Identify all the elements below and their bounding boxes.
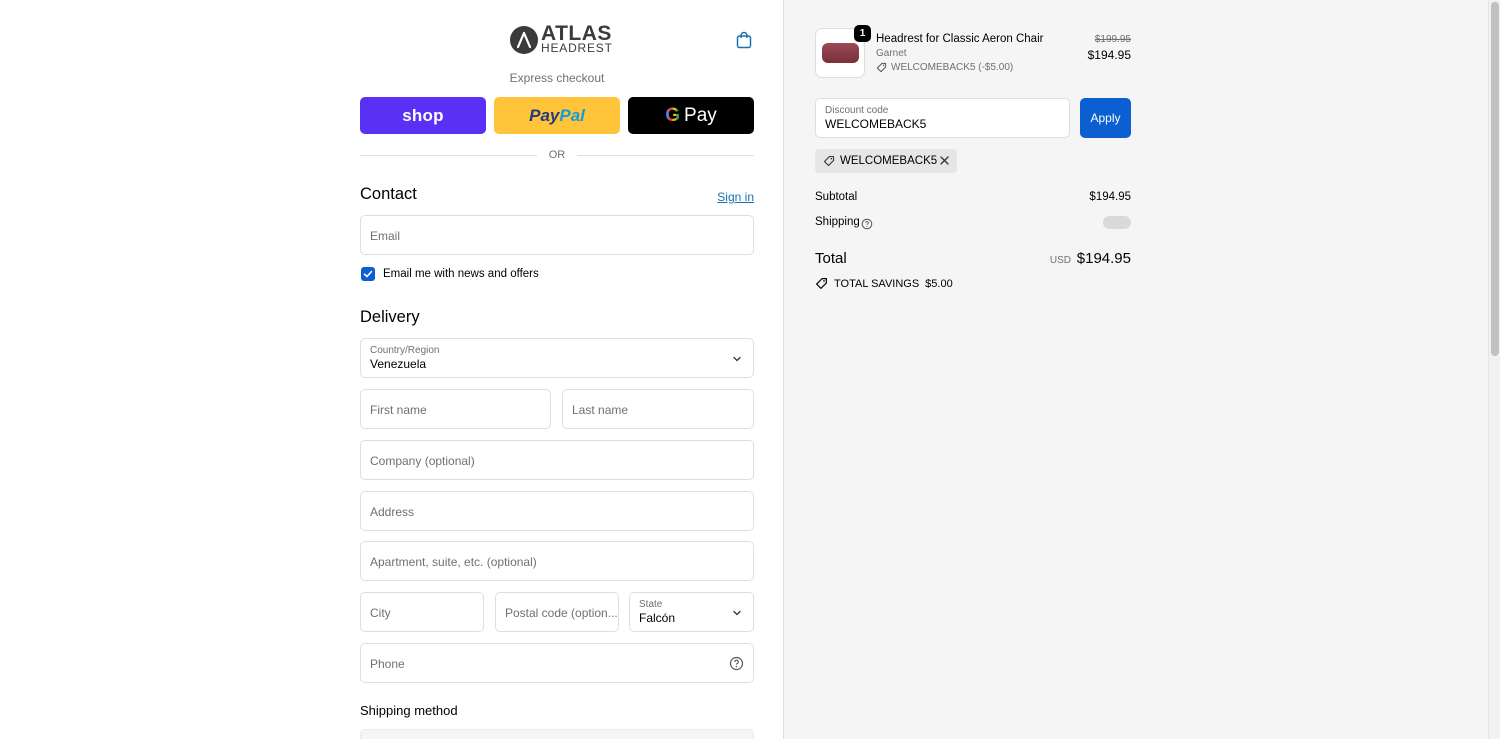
paypal-label: PayPal xyxy=(529,105,585,125)
email-placeholder: Email xyxy=(370,229,401,243)
chevron-down-icon xyxy=(733,356,741,362)
phone-field[interactable]: Phone xyxy=(360,643,754,683)
delivery-heading: Delivery xyxy=(360,308,420,326)
help-circle-icon[interactable] xyxy=(729,656,744,671)
shop-pay-button[interactable]: shop xyxy=(360,97,486,134)
tag-icon xyxy=(823,155,835,167)
address-field[interactable]: Address xyxy=(360,491,754,531)
headrest-image xyxy=(822,43,859,63)
google-pay-label: Pay xyxy=(684,104,717,126)
atlas-headrest-logo[interactable]: ATLAS HEADREST xyxy=(510,23,613,56)
total-savings-value: $5.00 xyxy=(925,277,953,290)
shipping-method-placeholder xyxy=(360,729,754,739)
product-discount-text: WELCOMEBACK5 (-$5.00) xyxy=(891,62,1014,73)
tag-icon xyxy=(876,62,887,73)
or-label: OR xyxy=(548,149,566,161)
close-icon[interactable] xyxy=(939,155,950,166)
subtotal-label: Subtotal xyxy=(815,191,858,203)
city-placeholder: City xyxy=(370,606,391,620)
google-g-icon: G xyxy=(665,104,681,126)
country-value: Venezuela xyxy=(370,357,427,371)
checkout-form-pane: ATLAS HEADREST Express checkout shop Pay… xyxy=(0,0,783,739)
postal-code-placeholder: Postal code (option... xyxy=(505,606,618,620)
logo-mark-icon xyxy=(510,26,538,54)
discount-code-value: WELCOMEBACK5 xyxy=(825,117,927,131)
help-circle-icon[interactable] xyxy=(861,218,873,230)
quantity-badge: 1 xyxy=(854,25,871,42)
subtotal-value: $194.95 xyxy=(1089,191,1131,203)
express-checkout-label: Express checkout xyxy=(509,71,605,85)
first-name-field[interactable]: First name xyxy=(360,389,551,429)
original-price: $199.95 xyxy=(1094,34,1131,45)
shipping-label: Shipping xyxy=(815,216,860,228)
apply-button[interactable]: Apply xyxy=(1080,98,1131,138)
product-variant: Garnet xyxy=(876,48,907,59)
postal-code-field[interactable]: Postal code (option... xyxy=(495,592,619,632)
shopping-bag-icon[interactable] xyxy=(734,30,754,50)
logo-subtitle: HEADREST xyxy=(541,41,613,55)
total-label: Total xyxy=(815,250,847,267)
scrollbar-thumb[interactable] xyxy=(1491,2,1499,356)
shipping-value-placeholder xyxy=(1103,216,1131,229)
state-value: Falcón xyxy=(639,611,676,625)
company-field[interactable]: Company (optional) xyxy=(360,440,754,480)
chevron-down-icon xyxy=(733,610,741,616)
country-select[interactable]: Country/Region Venezuela xyxy=(360,338,754,378)
product-name: Headrest for Classic Aeron Chair xyxy=(876,33,1044,45)
company-placeholder: Company (optional) xyxy=(370,454,475,468)
or-divider: OR xyxy=(360,148,754,162)
phone-placeholder: Phone xyxy=(370,657,405,671)
first-name-placeholder: First name xyxy=(370,403,427,417)
newsletter-label[interactable]: Email me with news and offers xyxy=(383,268,539,280)
product-discount: WELCOMEBACK5 (-$5.00) xyxy=(876,62,1013,73)
address-placeholder: Address xyxy=(370,505,415,519)
shop-pay-label: shop xyxy=(402,105,444,125)
discounted-price: $194.95 xyxy=(1087,48,1131,62)
total-value: $194.95 xyxy=(1076,250,1131,267)
shipping-method-heading: Shipping method xyxy=(360,703,458,718)
applied-discount-chip: WELCOMEBACK5 xyxy=(815,149,957,173)
country-label: Country/Region xyxy=(370,345,440,356)
state-select[interactable]: State Falcón xyxy=(629,592,754,632)
apartment-placeholder: Apartment, suite, etc. (optional) xyxy=(370,555,537,569)
total-savings-label: TOTAL SAVINGS xyxy=(834,277,920,290)
total-savings: TOTAL SAVINGS $5.00 xyxy=(815,277,953,290)
sign-in-link[interactable]: Sign in xyxy=(717,190,754,204)
last-name-placeholder: Last name xyxy=(572,403,629,417)
tag-icon xyxy=(816,278,827,289)
checkmark-icon xyxy=(363,270,373,278)
page-scrollbar[interactable] xyxy=(1488,0,1500,739)
google-pay-button[interactable]: G Pay xyxy=(628,97,754,134)
total-currency: USD xyxy=(1049,255,1071,266)
discount-code-label: Discount code xyxy=(825,105,889,116)
paypal-button[interactable]: PayPal xyxy=(494,97,620,134)
newsletter-checkbox[interactable] xyxy=(361,267,375,281)
apartment-field[interactable]: Apartment, suite, etc. (optional) xyxy=(360,541,754,581)
discount-code-field[interactable]: Discount code WELCOMEBACK5 xyxy=(815,98,1070,138)
city-field[interactable]: City xyxy=(360,592,484,632)
contact-heading: Contact xyxy=(360,185,417,203)
applied-discount-code: WELCOMEBACK5 xyxy=(840,155,938,167)
product-thumbnail: 1 xyxy=(815,25,871,78)
email-field[interactable]: Email xyxy=(360,215,754,255)
last-name-field[interactable]: Last name xyxy=(562,389,754,429)
state-label: State xyxy=(639,599,663,610)
order-summary-pane: 1 Headrest for Classic Aeron Chair Garne… xyxy=(783,0,1488,739)
